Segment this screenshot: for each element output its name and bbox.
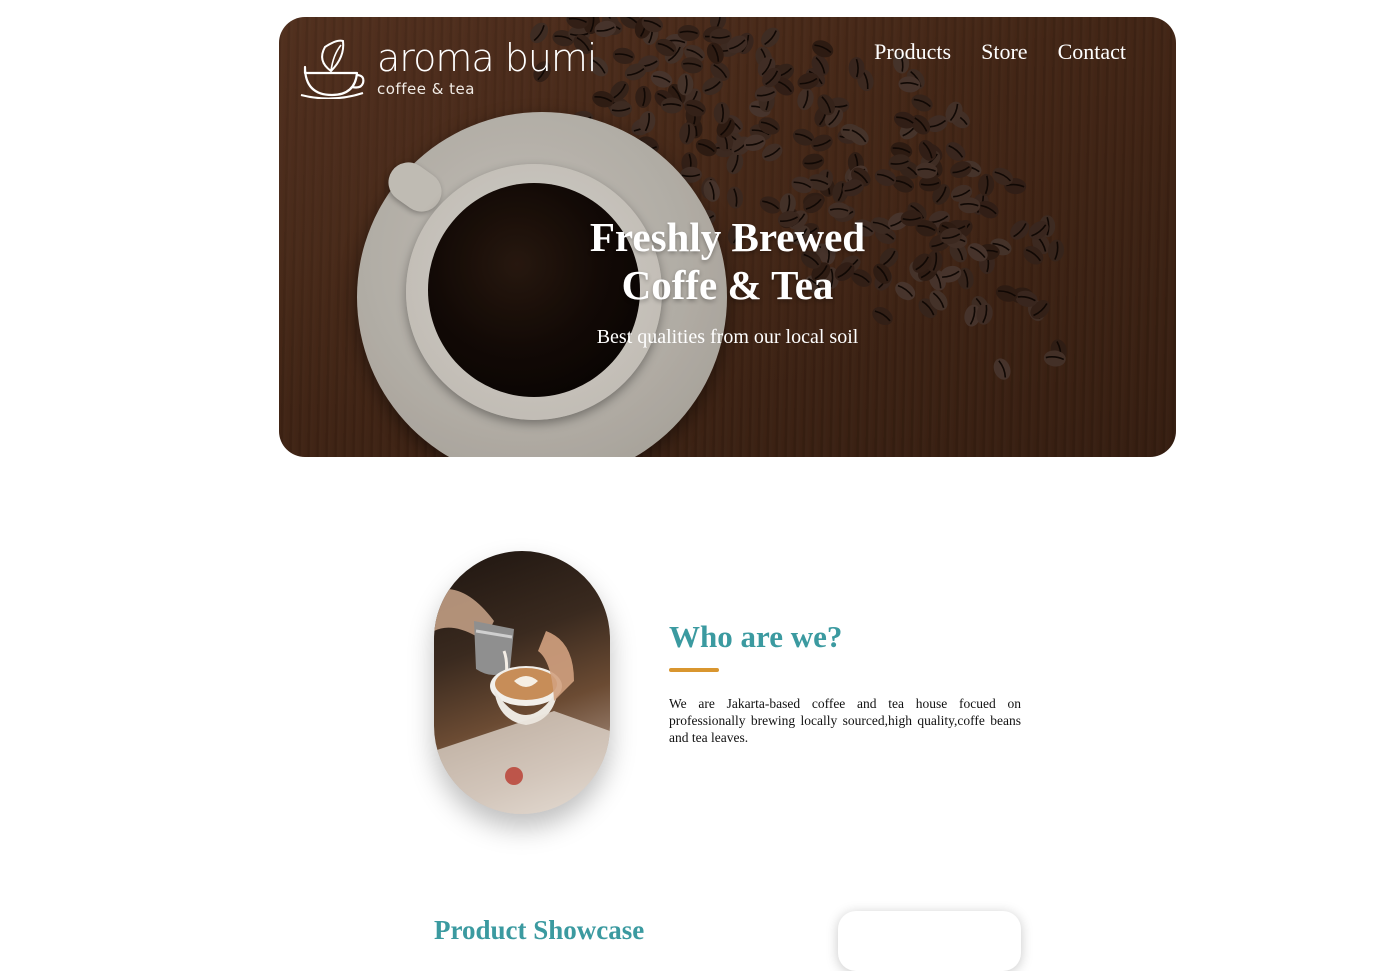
hero-title-line1: Freshly Brewed: [589, 214, 866, 260]
brand-text: aroma bumi coffee & tea: [377, 36, 597, 98]
hero-title-line2: Coffe & Tea: [621, 262, 834, 308]
brand-logo-link[interactable]: aroma bumi coffee & tea: [299, 36, 597, 99]
product-card[interactable]: [838, 911, 1021, 971]
about-title-underline: [669, 668, 719, 672]
nav-link-store[interactable]: Store: [981, 39, 1027, 65]
nav-link-contact[interactable]: Contact: [1058, 39, 1126, 65]
hero-banner: aroma bumi coffee & tea Products Store C…: [279, 17, 1176, 457]
brand-tagline: coffee & tea: [377, 80, 475, 98]
showcase-title: Product Showcase: [434, 915, 645, 945]
latte-art-illustration: [434, 589, 610, 814]
barista-latte-image: [434, 551, 610, 814]
nav-link-products[interactable]: Products: [874, 39, 951, 65]
hero-title: Freshly Brewed Coffe & Tea: [279, 213, 1176, 309]
cup-leaf-icon: [300, 39, 365, 99]
about-description: We are Jakarta-based coffee and tea hous…: [669, 696, 1021, 745]
hero-subtitle: Best qualities from our local soil: [596, 326, 859, 348]
main-nav: Products Store Contact: [874, 39, 1126, 65]
about-title: Who are we?: [669, 619, 843, 654]
brand-name: aroma bumi: [377, 36, 597, 80]
